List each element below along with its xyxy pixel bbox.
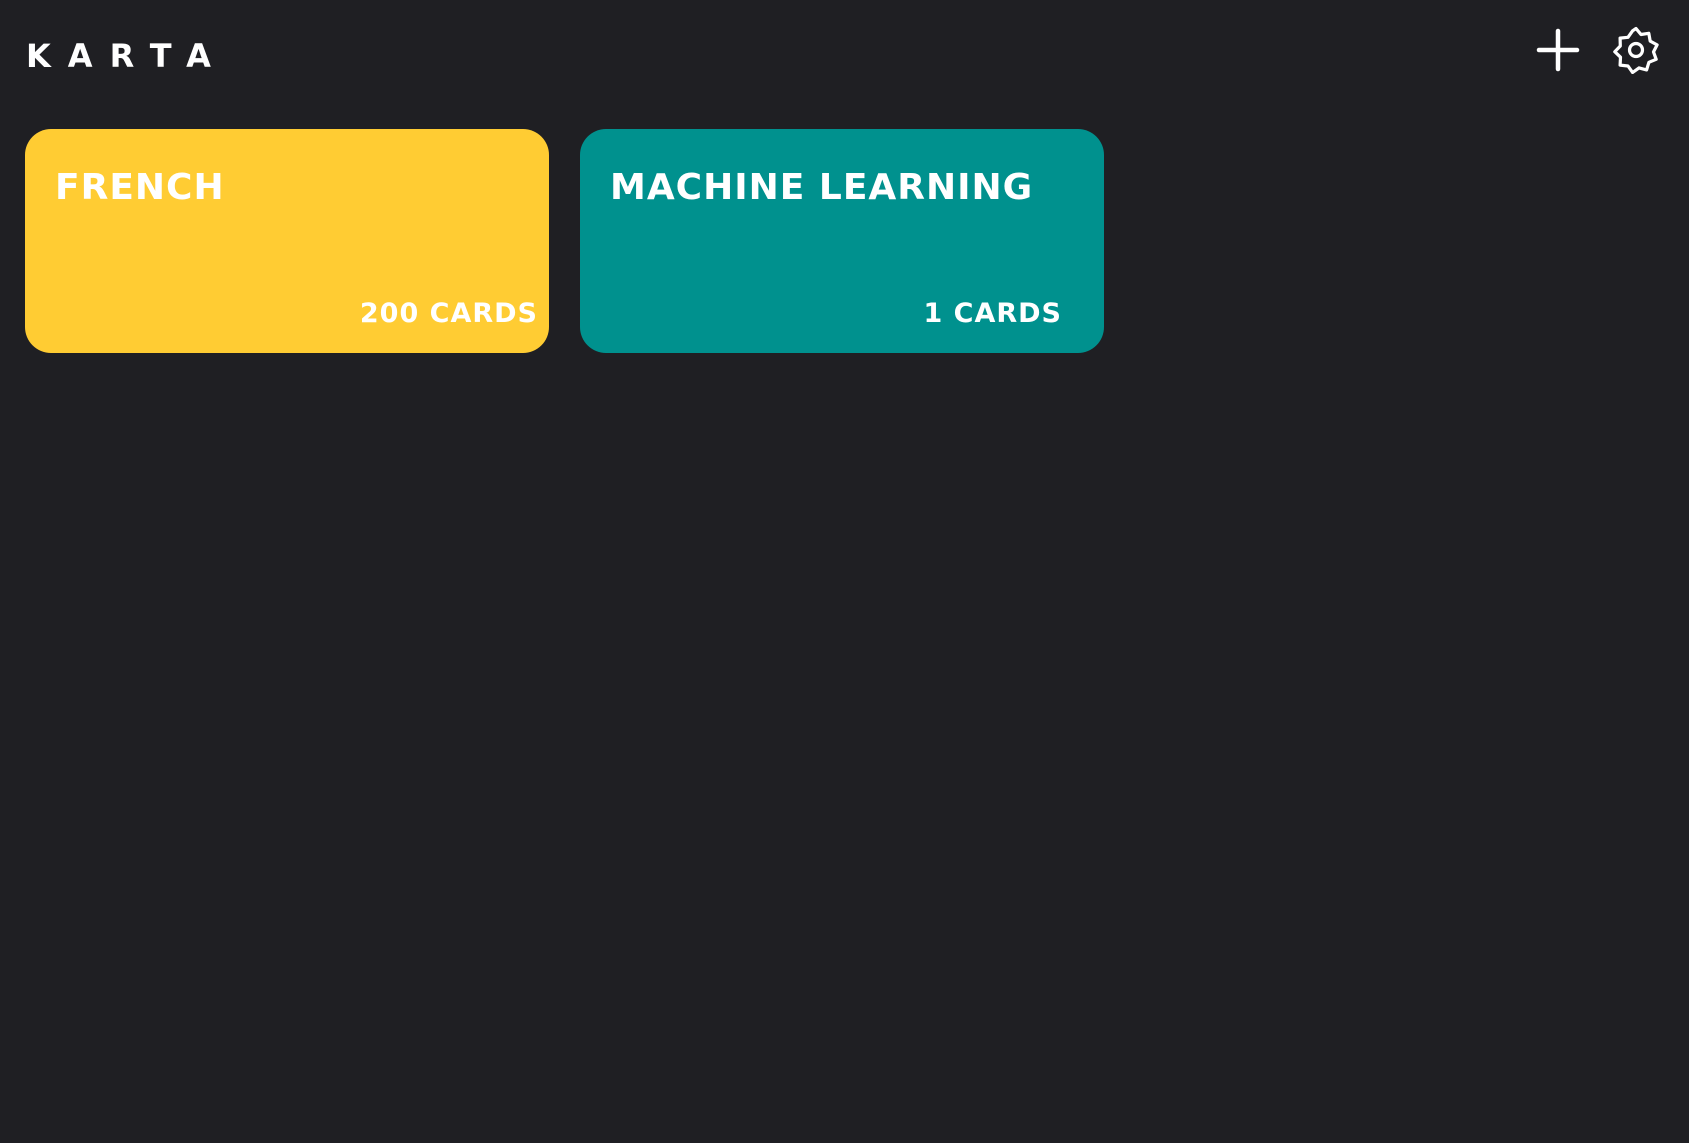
deck-card-count: 200 CARDS (359, 298, 538, 329)
deck-card-machine-learning[interactable]: MACHINE LEARNING 1 CARDS (580, 129, 1104, 353)
deck-title: FRENCH (55, 167, 225, 208)
app-root: KARTA FRENCH 200 CARDS MACHINE LEARNING … (0, 0, 1689, 1143)
deck-card-french[interactable]: FRENCH 200 CARDS (25, 129, 549, 353)
deck-grid: FRENCH 200 CARDS MACHINE LEARNING 1 CARD… (25, 129, 1104, 353)
plus-icon (1536, 28, 1580, 72)
settings-button[interactable] (1612, 26, 1660, 74)
header-actions (1534, 26, 1660, 74)
app-logo: KARTA (26, 37, 228, 75)
deck-title: MACHINE LEARNING (610, 167, 1034, 208)
add-deck-button[interactable] (1534, 26, 1582, 74)
gear-icon (1613, 26, 1659, 74)
deck-card-count: 1 CARDS (923, 298, 1062, 329)
